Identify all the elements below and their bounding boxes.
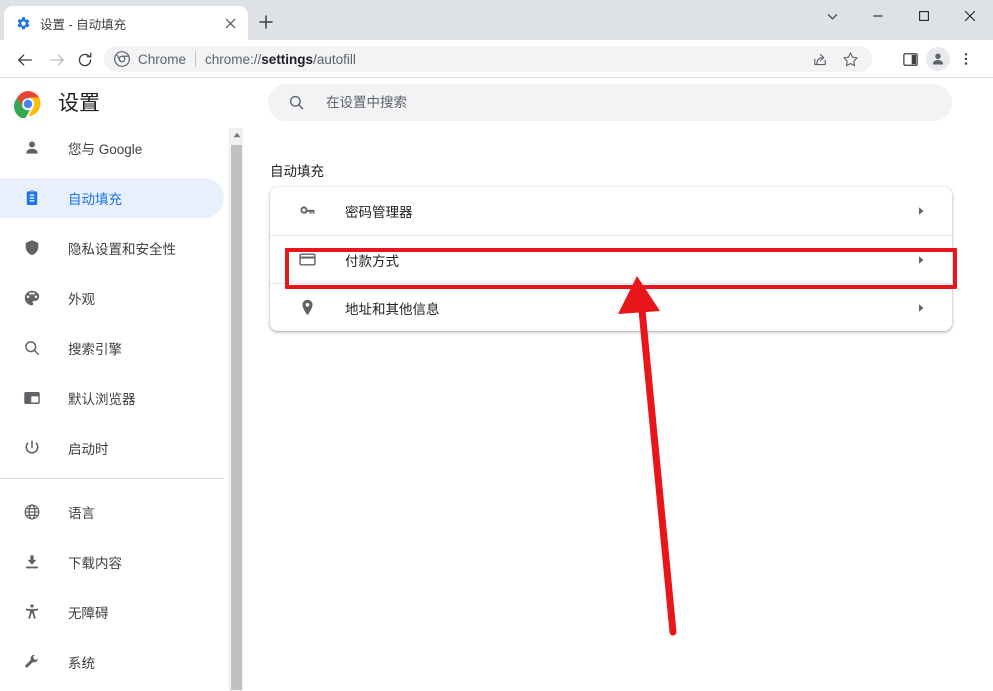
section-title: 自动填充 [270, 164, 324, 179]
chevron-right-icon [913, 300, 929, 316]
shield-icon [22, 238, 42, 258]
credit-card-icon [297, 250, 317, 270]
sidebar-item-label: 语言 [68, 506, 95, 521]
settings-gear-icon [15, 15, 31, 31]
sidebar-item-downloads[interactable]: 下载内容 [0, 542, 224, 582]
settings-sidebar: 您与 Google 自动填充 隐私设置和安全性 外观 搜索引擎 默认浏览器 启动… [0, 128, 230, 691]
clipboard-icon [22, 188, 42, 208]
settings-main-content: 自动填充 密码管理器 付款方式 地址和其他信息 [243, 128, 993, 691]
sidebar-item-label: 无障碍 [68, 606, 109, 621]
sidebar-item-label: 搜索引擎 [68, 342, 122, 357]
star-icon[interactable] [838, 47, 862, 71]
sidebar-item-privacy-security[interactable]: 隐私设置和安全性 [0, 228, 224, 268]
accessibility-icon [22, 602, 42, 622]
omnibox-chrome-label: Chrome [138, 51, 187, 67]
person-icon [22, 138, 42, 158]
sidebar-item-system[interactable]: 系统 [0, 642, 224, 682]
minimize-button[interactable] [855, 0, 901, 32]
browser-window-icon [22, 388, 42, 408]
side-panel-icon[interactable] [896, 46, 924, 72]
page-title: 设置 [58, 92, 100, 115]
wrench-icon [22, 652, 42, 672]
sidebar-item-default-browser[interactable]: 默认浏览器 [0, 378, 224, 418]
close-button[interactable] [947, 0, 993, 32]
omnibox-url: chrome://settings/autofill [205, 52, 356, 67]
tab-title: 设置 - 自动填充 [40, 17, 127, 32]
reload-button-icon[interactable] [73, 48, 97, 72]
key-icon [297, 201, 317, 221]
tab-close-icon[interactable] [220, 13, 240, 33]
window-controls [855, 0, 993, 32]
search-input[interactable] [326, 84, 952, 121]
search-icon [286, 93, 306, 113]
sidebar-item-label: 隐私设置和安全性 [68, 242, 176, 257]
browser-toolbar: Chrome chrome://settings/autofill [0, 40, 993, 78]
sidebar-scrollbar-thumb[interactable] [231, 145, 242, 690]
tab-strip: 设置 - 自动填充 [0, 0, 993, 40]
browser-tab[interactable]: 设置 - 自动填充 [4, 6, 248, 40]
browser-window: 设置 - 自动填充 Chrome chrome://settings/autof… [0, 0, 993, 691]
search-icon [22, 338, 42, 358]
address-bar[interactable]: Chrome chrome://settings/autofill [104, 46, 872, 72]
chevron-right-icon [913, 252, 929, 268]
share-icon[interactable] [808, 47, 832, 71]
sidebar-item-autofill[interactable]: 自动填充 [0, 178, 224, 218]
url-host: settings [261, 51, 314, 67]
toolbar-right-actions [896, 46, 980, 72]
sidebar-item-on-startup[interactable]: 启动时 [0, 428, 224, 468]
chrome-icon [114, 51, 130, 67]
maximize-button[interactable] [901, 0, 947, 32]
row-addresses-and-more[interactable]: 地址和其他信息 [270, 283, 952, 331]
settings-search-box[interactable] [268, 84, 952, 121]
chrome-menu-icon[interactable] [952, 46, 980, 72]
chrome-logo [13, 90, 42, 119]
sidebar-divider [0, 478, 224, 479]
scroll-up-arrow-icon[interactable] [230, 128, 243, 142]
back-button-icon[interactable] [13, 48, 37, 72]
sidebar-item-label: 您与 Google [68, 142, 143, 157]
power-icon [22, 438, 42, 458]
autofill-card: 密码管理器 付款方式 地址和其他信息 [270, 187, 952, 331]
sidebar-item-languages[interactable]: 语言 [0, 492, 224, 532]
sidebar-item-label: 外观 [68, 292, 95, 307]
sidebar-item-search-engine[interactable]: 搜索引擎 [0, 328, 224, 368]
sidebar-item-label: 系统 [68, 656, 95, 671]
omnibox-actions [802, 49, 862, 69]
profile-avatar[interactable] [924, 46, 952, 72]
new-tab-button[interactable] [252, 8, 280, 36]
row-password-manager[interactable]: 密码管理器 [270, 187, 952, 235]
omnibox-separator [195, 51, 197, 67]
globe-icon [22, 502, 42, 522]
sidebar-item-label: 启动时 [68, 442, 109, 457]
sidebar-item-label: 自动填充 [68, 192, 122, 207]
url-prefix: chrome:// [205, 51, 262, 67]
url-path: /autofill [313, 51, 356, 67]
row-label: 付款方式 [345, 253, 399, 269]
row-label: 密码管理器 [345, 205, 413, 220]
row-label: 地址和其他信息 [345, 301, 440, 317]
chevron-down-icon[interactable] [812, 0, 852, 32]
avatar [926, 47, 950, 71]
download-icon [22, 552, 42, 572]
location-pin-icon [297, 298, 317, 318]
sidebar-item-you-and-google[interactable]: 您与 Google [0, 128, 224, 168]
sidebar-item-label: 下载内容 [68, 556, 122, 571]
chevron-right-icon [913, 203, 929, 219]
sidebar-item-accessibility[interactable]: 无障碍 [0, 592, 224, 632]
sidebar-item-appearance[interactable]: 外观 [0, 278, 224, 318]
sidebar-scrollbar-track[interactable] [229, 128, 243, 691]
sidebar-item-label: 默认浏览器 [68, 392, 136, 407]
row-payment-methods[interactable]: 付款方式 [270, 235, 952, 283]
palette-icon [22, 288, 42, 308]
forward-button-icon [45, 48, 69, 72]
